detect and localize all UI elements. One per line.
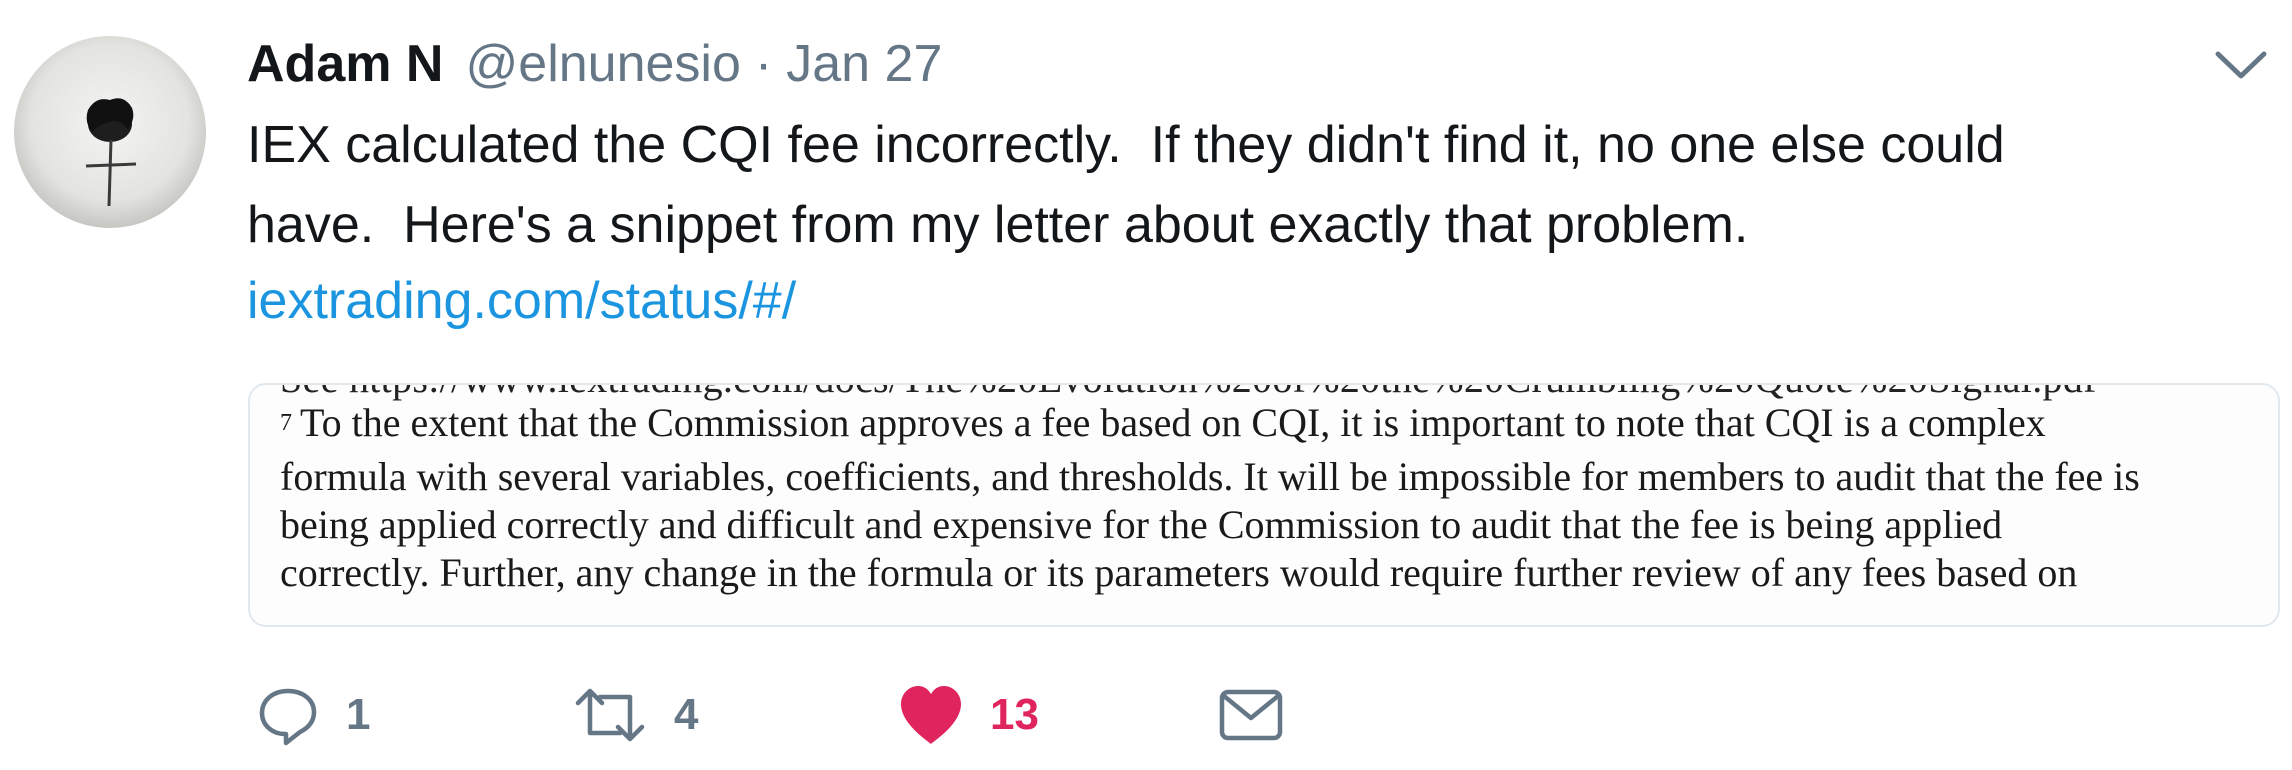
retweet-button[interactable]: 4 (572, 680, 698, 750)
retweet-icon (575, 688, 645, 742)
tweet-date[interactable]: Jan 27 (786, 28, 942, 100)
reply-button[interactable]: 1 (256, 680, 370, 750)
media-footnote: 7 To the extent that the Commission appro… (280, 399, 2270, 597)
like-count: 13 (990, 690, 1039, 739)
footnote-line-text: To the extent that the Commission approv… (300, 400, 2046, 445)
display-name[interactable]: Adam N (247, 28, 443, 100)
retweet-count: 4 (674, 690, 699, 739)
reply-count: 1 (346, 690, 371, 739)
avatar[interactable] (14, 36, 206, 228)
tweet-actions: 1 4 13 (0, 680, 2292, 750)
tweet-link[interactable]: iextrading.com/status/#/ (247, 265, 796, 337)
footnote-line: being applied correctly and difficult an… (280, 502, 2003, 547)
footnote-line: formula with several variables, coeffici… (280, 454, 2140, 499)
chevron-down-icon[interactable] (2208, 40, 2274, 90)
header-separator: · (754, 35, 773, 93)
like-button[interactable]: 13 (898, 680, 1039, 750)
tweet-header: Adam N @elnunesio · Jan 27 (247, 28, 942, 100)
direct-message-button[interactable] (1218, 680, 1284, 750)
footnote-line: 7 To the extent that the Commission appro… (280, 399, 2270, 453)
footnote-marker: 7 (280, 410, 292, 436)
footnote-line: correctly. Further, any change in the fo… (280, 550, 2078, 595)
user-handle[interactable]: @elnunesio (465, 28, 740, 100)
direct-message-icon (1219, 689, 1283, 741)
tweet-text: IEX calculated the CQI fee incorrectly. … (247, 116, 2005, 254)
reply-icon (259, 688, 317, 746)
tweet-media-image[interactable]: See https://www.iextrading.com/docs/The%… (248, 383, 2280, 627)
avatar-drawing (85, 98, 137, 207)
heart-icon (901, 686, 961, 744)
